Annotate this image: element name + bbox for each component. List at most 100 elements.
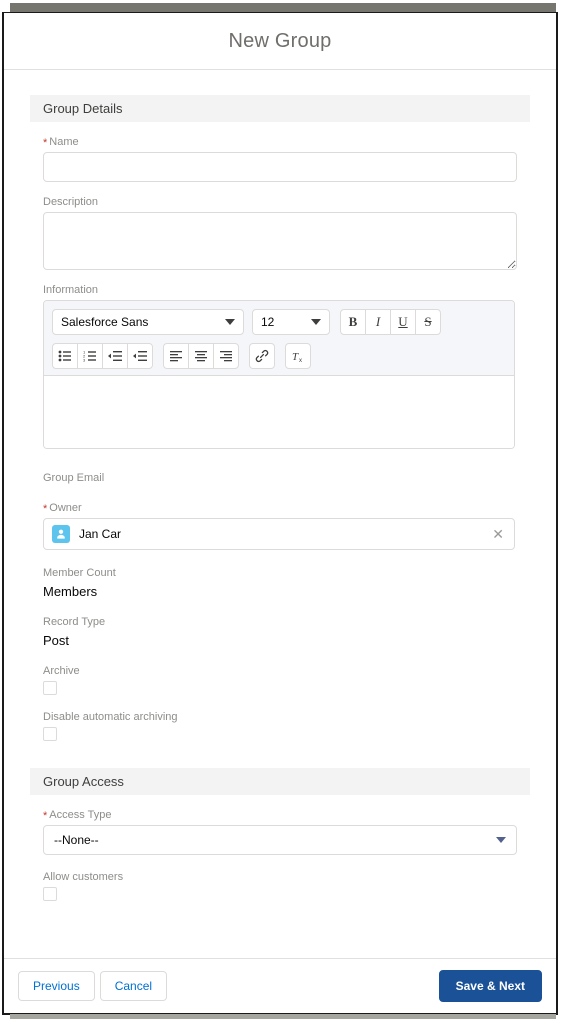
strikethrough-button[interactable]: S xyxy=(415,309,441,335)
label-name: * Name xyxy=(43,135,517,149)
save-and-next-button[interactable]: Save & Next xyxy=(438,970,542,1002)
label-member-count: Member Count xyxy=(43,567,116,579)
name-input[interactable] xyxy=(43,152,517,182)
page-title: New Group xyxy=(228,29,332,52)
disable-automatic-archiving-checkbox[interactable] xyxy=(43,727,57,741)
underline-icon: U xyxy=(398,314,408,329)
label-disable-automatic-archiving: Disable automatic archiving xyxy=(43,711,178,723)
align-right-icon xyxy=(220,351,232,362)
clear-format-button-group: T x xyxy=(285,343,311,369)
bulleted-list-icon xyxy=(58,350,71,362)
field-disable-automatic-archiving: Disable automatic archiving xyxy=(30,710,530,741)
owner-value: Jan Car xyxy=(79,527,122,541)
field-name: * Name xyxy=(30,135,530,182)
information-editor-body[interactable] xyxy=(44,376,514,448)
field-group-email: Group Email xyxy=(30,471,530,485)
owner-lookup-field[interactable]: Jan Car ✕ xyxy=(43,518,515,550)
font-family-select[interactable]: Salesforce Sans xyxy=(52,309,244,335)
user-avatar-icon xyxy=(52,525,70,543)
label-group-email: Group Email xyxy=(43,472,105,484)
insert-link-button[interactable] xyxy=(249,343,275,369)
clear-owner-icon[interactable]: ✕ xyxy=(492,527,504,541)
bulleted-list-button[interactable] xyxy=(52,343,78,369)
archive-checkbox[interactable] xyxy=(43,681,57,695)
remove-formatting-button[interactable]: T x xyxy=(285,343,311,369)
text-format-button-group: B I U S xyxy=(340,309,441,335)
label-access-type-text: Access Type xyxy=(49,809,112,821)
strikethrough-icon: S xyxy=(424,314,432,329)
label-name-text: Name xyxy=(49,136,79,148)
align-left-button[interactable] xyxy=(163,343,189,369)
description-textarea[interactable] xyxy=(43,212,517,270)
label-access-type: * Access Type xyxy=(43,808,517,822)
screenshot-root: New Group Group Details * Name Descriptio… xyxy=(0,0,564,1027)
list-button-group: 1 2 3 xyxy=(52,343,153,369)
user-glyph xyxy=(57,529,65,539)
modal-header: New Group xyxy=(4,13,556,70)
indent-increase-icon xyxy=(133,351,147,361)
align-center-button[interactable] xyxy=(188,343,214,369)
section-header-group-access: Group Access xyxy=(30,768,530,795)
font-family-value: Salesforce Sans xyxy=(61,315,149,329)
field-description: Description xyxy=(30,195,530,270)
align-right-button[interactable] xyxy=(213,343,239,369)
label-owner: * Owner xyxy=(43,501,517,515)
field-owner: * Owner Jan Car ✕ xyxy=(30,501,530,550)
required-asterisk-name: * xyxy=(43,137,48,149)
previous-button[interactable]: Previous xyxy=(18,971,95,1001)
browser-top-strip xyxy=(10,3,556,12)
required-asterisk-owner: * xyxy=(43,503,48,515)
required-asterisk-access-type: * xyxy=(43,810,48,822)
label-record-type: Record Type xyxy=(43,616,106,628)
field-access-type: * Access Type --None-- xyxy=(30,808,530,855)
indent-decrease-icon xyxy=(108,351,122,361)
chevron-down-icon xyxy=(496,837,506,843)
numbered-list-icon: 1 2 3 xyxy=(83,350,96,362)
label-description: Description xyxy=(43,196,99,208)
rich-text-toolbar-row-2: 1 2 3 T x xyxy=(52,343,506,369)
font-size-select[interactable]: 12 xyxy=(252,309,330,335)
cancel-button[interactable]: Cancel xyxy=(99,971,168,1001)
italic-button[interactable]: I xyxy=(365,309,391,335)
indent-decrease-button[interactable] xyxy=(102,343,128,369)
access-type-select[interactable]: --None-- xyxy=(43,825,517,855)
rich-text-toolbar-row-1: Salesforce Sans 12 B I U S xyxy=(52,309,506,335)
record-type-value: Post xyxy=(43,633,70,648)
italic-icon: I xyxy=(375,314,381,329)
new-group-modal: New Group Group Details * Name Descriptio… xyxy=(2,12,558,1015)
align-center-icon xyxy=(195,351,207,362)
label-archive: Archive xyxy=(43,665,80,677)
svg-text:x: x xyxy=(299,358,302,363)
bold-button[interactable]: B xyxy=(340,309,366,335)
label-information: Information xyxy=(43,284,99,296)
link-icon xyxy=(255,349,269,363)
chevron-down-icon xyxy=(225,319,235,325)
field-information: Information Salesforce Sans 12 B I U S 1… xyxy=(30,283,530,449)
modal-footer: Previous Cancel Save & Next xyxy=(4,958,556,1013)
information-rich-text-editor: Salesforce Sans 12 B I U S 1 2 3 T x xyxy=(43,300,515,449)
browser-bottom-strip xyxy=(10,1014,556,1019)
svg-text:3: 3 xyxy=(83,358,86,362)
access-type-value: --None-- xyxy=(54,833,99,847)
align-button-group xyxy=(163,343,239,369)
font-size-value: 12 xyxy=(261,315,275,329)
svg-text:T: T xyxy=(292,351,299,363)
bold-icon: B xyxy=(348,314,358,329)
modal-body: Group Details * Name Description Informat… xyxy=(4,70,556,958)
form-sections: Group Details * Name Description Informat… xyxy=(4,95,556,901)
label-allow-customers: Allow customers xyxy=(43,871,124,883)
field-record-type: Record Type Post xyxy=(30,615,530,649)
allow-customers-checkbox[interactable] xyxy=(43,887,57,901)
field-allow-customers: Allow customers xyxy=(30,870,530,901)
label-owner-text: Owner xyxy=(49,502,82,514)
remove-formatting-icon: T x xyxy=(292,351,302,363)
chevron-down-icon xyxy=(311,319,321,325)
numbered-list-button[interactable]: 1 2 3 xyxy=(77,343,103,369)
underline-button[interactable]: U xyxy=(390,309,416,335)
link-button-group xyxy=(249,343,275,369)
rich-text-toolbar: Salesforce Sans 12 B I U S 1 2 3 T x xyxy=(44,301,514,376)
indent-increase-button[interactable] xyxy=(127,343,153,369)
field-member-count: Member Count Members xyxy=(30,566,530,600)
section-header-group-details: Group Details xyxy=(30,95,530,122)
member-count-value: Members xyxy=(43,584,98,599)
